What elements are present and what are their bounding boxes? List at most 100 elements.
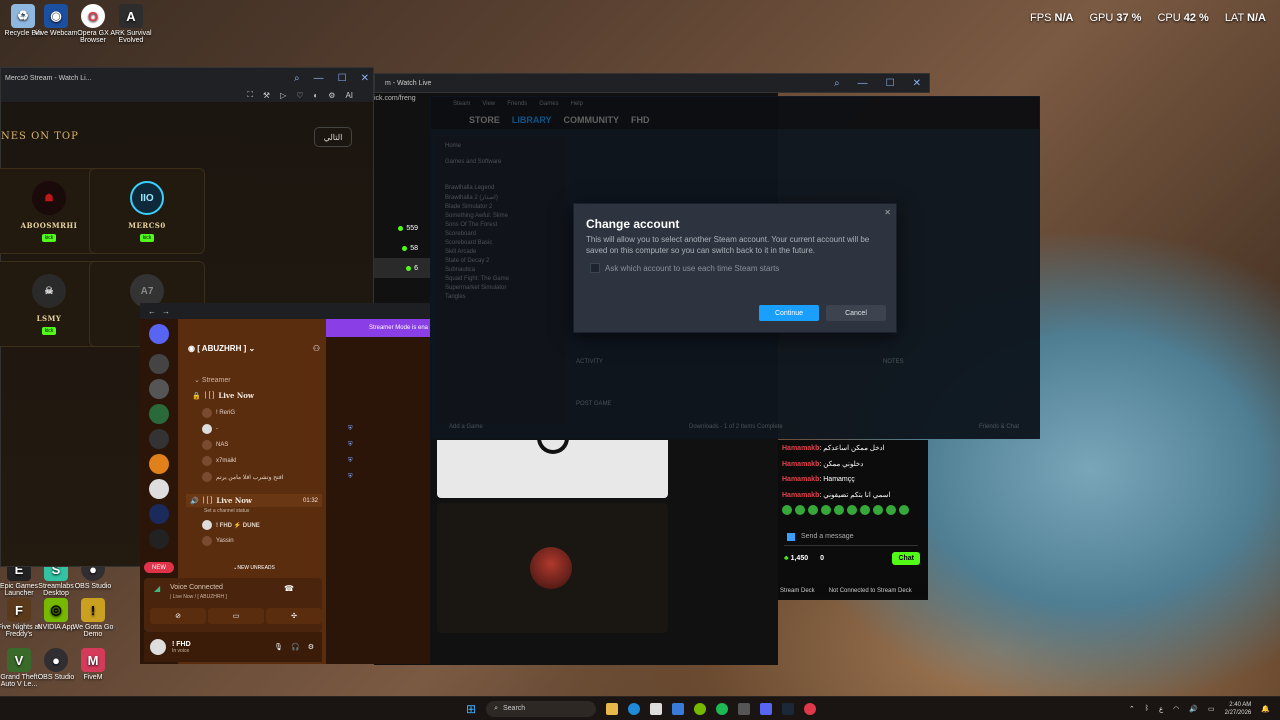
close-button[interactable]: ✕ <box>913 78 921 89</box>
minimize-button[interactable]: — <box>314 73 324 84</box>
new-badge[interactable]: NEW <box>144 562 174 573</box>
windows-start-icon[interactable]: ⊞ <box>466 702 476 716</box>
xbox-icon[interactable] <box>694 702 707 715</box>
screen-share-button[interactable]: ▭ <box>208 608 264 624</box>
activities-button[interactable]: ✣ <box>266 608 322 624</box>
checkbox[interactable] <box>590 263 600 273</box>
desktop-icon-fivem[interactable]: M FiveM <box>70 648 116 681</box>
camera-off-button[interactable]: ⊘ <box>150 608 206 624</box>
chat-button[interactable]: Chat <box>892 552 920 565</box>
voice-user[interactable]: ! ReriG <box>202 408 235 418</box>
play-icon[interactable]: ▷ <box>280 91 286 100</box>
search-icon[interactable]: ⌕ <box>294 73 300 84</box>
language-indicator[interactable]: ع <box>1159 705 1163 713</box>
emote-icon[interactable] <box>899 505 909 515</box>
next-button[interactable]: التالي <box>314 127 352 147</box>
browser-tab[interactable]: Mercs0 Stream - Watch Li... <box>5 75 91 82</box>
discord-home-icon[interactable] <box>149 324 169 344</box>
voice-user[interactable]: - ⛨ <box>202 424 353 434</box>
clock[interactable]: 2:40 AM 2/27/2026 <box>1225 701 1252 717</box>
tools-icon[interactable]: ⚒ <box>263 91 270 100</box>
discord-icon[interactable] <box>760 702 773 715</box>
server-name[interactable]: ◉ [ ABUZHRH ] ⌄ <box>188 344 255 353</box>
emote-icon[interactable] <box>873 505 883 515</box>
screenshot-icon[interactable]: ⛶ <box>247 90 253 100</box>
cancel-button[interactable]: Cancel <box>826 305 886 321</box>
server-icon[interactable] <box>149 529 169 549</box>
emote-icon[interactable] <box>782 505 792 515</box>
new-unreads-button[interactable]: ⌄ NEW UNREADS <box>226 562 282 573</box>
forward-arrow-icon[interactable]: → <box>162 307 170 316</box>
voice-user[interactable]: ! FHD ⚡ DUNE <box>202 520 260 530</box>
emote-icon[interactable] <box>821 505 831 515</box>
mail-icon[interactable] <box>672 702 685 715</box>
disconnect-icon[interactable]: ☎ <box>284 584 294 593</box>
emote-icon[interactable] <box>860 505 870 515</box>
category-streamer[interactable]: ⌄ Streamer <box>194 376 231 384</box>
server-icon[interactable] <box>149 404 169 424</box>
wifi-icon[interactable]: ◠ <box>1173 705 1179 713</box>
battery-icon[interactable]: ▭ <box>1208 705 1215 713</box>
continue-button[interactable]: Continue <box>759 305 819 321</box>
file-explorer-icon[interactable] <box>606 702 619 715</box>
emote-icon[interactable] <box>886 505 896 515</box>
bluetooth-icon[interactable]: ᛒ <box>1145 705 1149 712</box>
ask-account-checkbox[interactable]: Ask which account to use each time Steam… <box>590 263 779 273</box>
desktop-icon-we-gotta-go[interactable]: ! We Gotta Go Demo <box>70 598 116 638</box>
desktop-icon-ark[interactable]: A ARK Survival Evolved <box>108 4 154 44</box>
server-icon[interactable] <box>149 354 169 374</box>
maximize-button[interactable]: ☐ <box>886 78 895 89</box>
close-button[interactable]: ✕ <box>361 73 369 84</box>
signal-icon[interactable]: ◢ <box>154 584 160 593</box>
streamer-card[interactable]: IIO MERCS0 kick <box>89 168 205 254</box>
browser-tab[interactable]: m - Watch Live <box>375 80 431 87</box>
notification-icon[interactable]: 🔔 <box>1261 705 1270 713</box>
close-icon[interactable]: ✕ <box>884 208 891 217</box>
server-icon[interactable] <box>149 479 169 499</box>
store-icon[interactable] <box>650 702 663 715</box>
search-icon[interactable]: ⌕ <box>834 78 840 89</box>
video-tile[interactable] <box>437 503 668 633</box>
voice-user[interactable]: x7maikl ⛨ <box>202 456 353 466</box>
steam-icon[interactable] <box>782 702 795 715</box>
points-icon: ♣ <box>784 555 789 562</box>
ai-icon[interactable]: AI <box>345 91 353 100</box>
server-icon[interactable] <box>149 454 169 474</box>
channel-status[interactable]: Set a channel status <box>204 508 249 514</box>
taskbar-search[interactable]: ⌕ Search <box>486 700 597 717</box>
avatar[interactable] <box>150 639 166 655</box>
gear-icon[interactable]: ⚙ <box>308 643 314 651</box>
url-bar[interactable]: ick.com/freng <box>374 95 416 102</box>
spotify-icon[interactable] <box>716 702 729 715</box>
minimize-button[interactable]: — <box>858 78 868 89</box>
voice-user[interactable]: NAS ⛨ <box>202 440 353 450</box>
emote-icon[interactable] <box>834 505 844 515</box>
volume-icon[interactable]: 🔊 <box>1189 705 1198 713</box>
headphones-icon[interactable]: 🎧 <box>291 643 300 651</box>
browser-toolbar: ⛶ ⚒ ▷ ♡ ◐ ⚙ AI <box>1 88 373 102</box>
voice-channel-name[interactable]: | Live Now / [ ABUZHRH ] <box>170 594 227 600</box>
emote-icon[interactable] <box>808 505 818 515</box>
voice-user[interactable]: افتح وتشرب اقلا مامن يرتم ⛨ <box>202 472 353 482</box>
server-icon[interactable] <box>149 504 169 524</box>
emote-icon[interactable] <box>847 505 857 515</box>
voice-channel-active[interactable]: 🔊 | [ ] Live Now 01:32 <box>186 494 322 507</box>
microphone-icon[interactable]: 🎙 <box>274 643 283 651</box>
edge-icon[interactable] <box>628 702 641 715</box>
back-arrow-icon[interactable]: ← <box>148 307 156 316</box>
settings-icon[interactable]: ⚙ <box>328 91 335 100</box>
heart-icon[interactable]: ♡ <box>296 91 303 100</box>
video-tile[interactable] <box>437 434 668 498</box>
chat-input[interactable]: Send a message <box>784 528 918 546</box>
voice-channel[interactable]: 🔒 | [ ] Live Now <box>192 391 254 400</box>
server-icon[interactable] <box>149 379 169 399</box>
maximize-button[interactable]: ☐ <box>338 73 347 84</box>
add-member-icon[interactable]: ⚇ <box>313 344 320 353</box>
terminal-icon[interactable] <box>738 702 751 715</box>
emote-icon[interactable] <box>795 505 805 515</box>
account-icon[interactable]: ◐ <box>313 91 318 100</box>
chevron-up-icon[interactable]: ⌃ <box>1129 705 1135 713</box>
server-icon[interactable] <box>149 429 169 449</box>
opera-icon[interactable] <box>804 702 817 715</box>
voice-user[interactable]: Yassin <box>202 536 234 546</box>
